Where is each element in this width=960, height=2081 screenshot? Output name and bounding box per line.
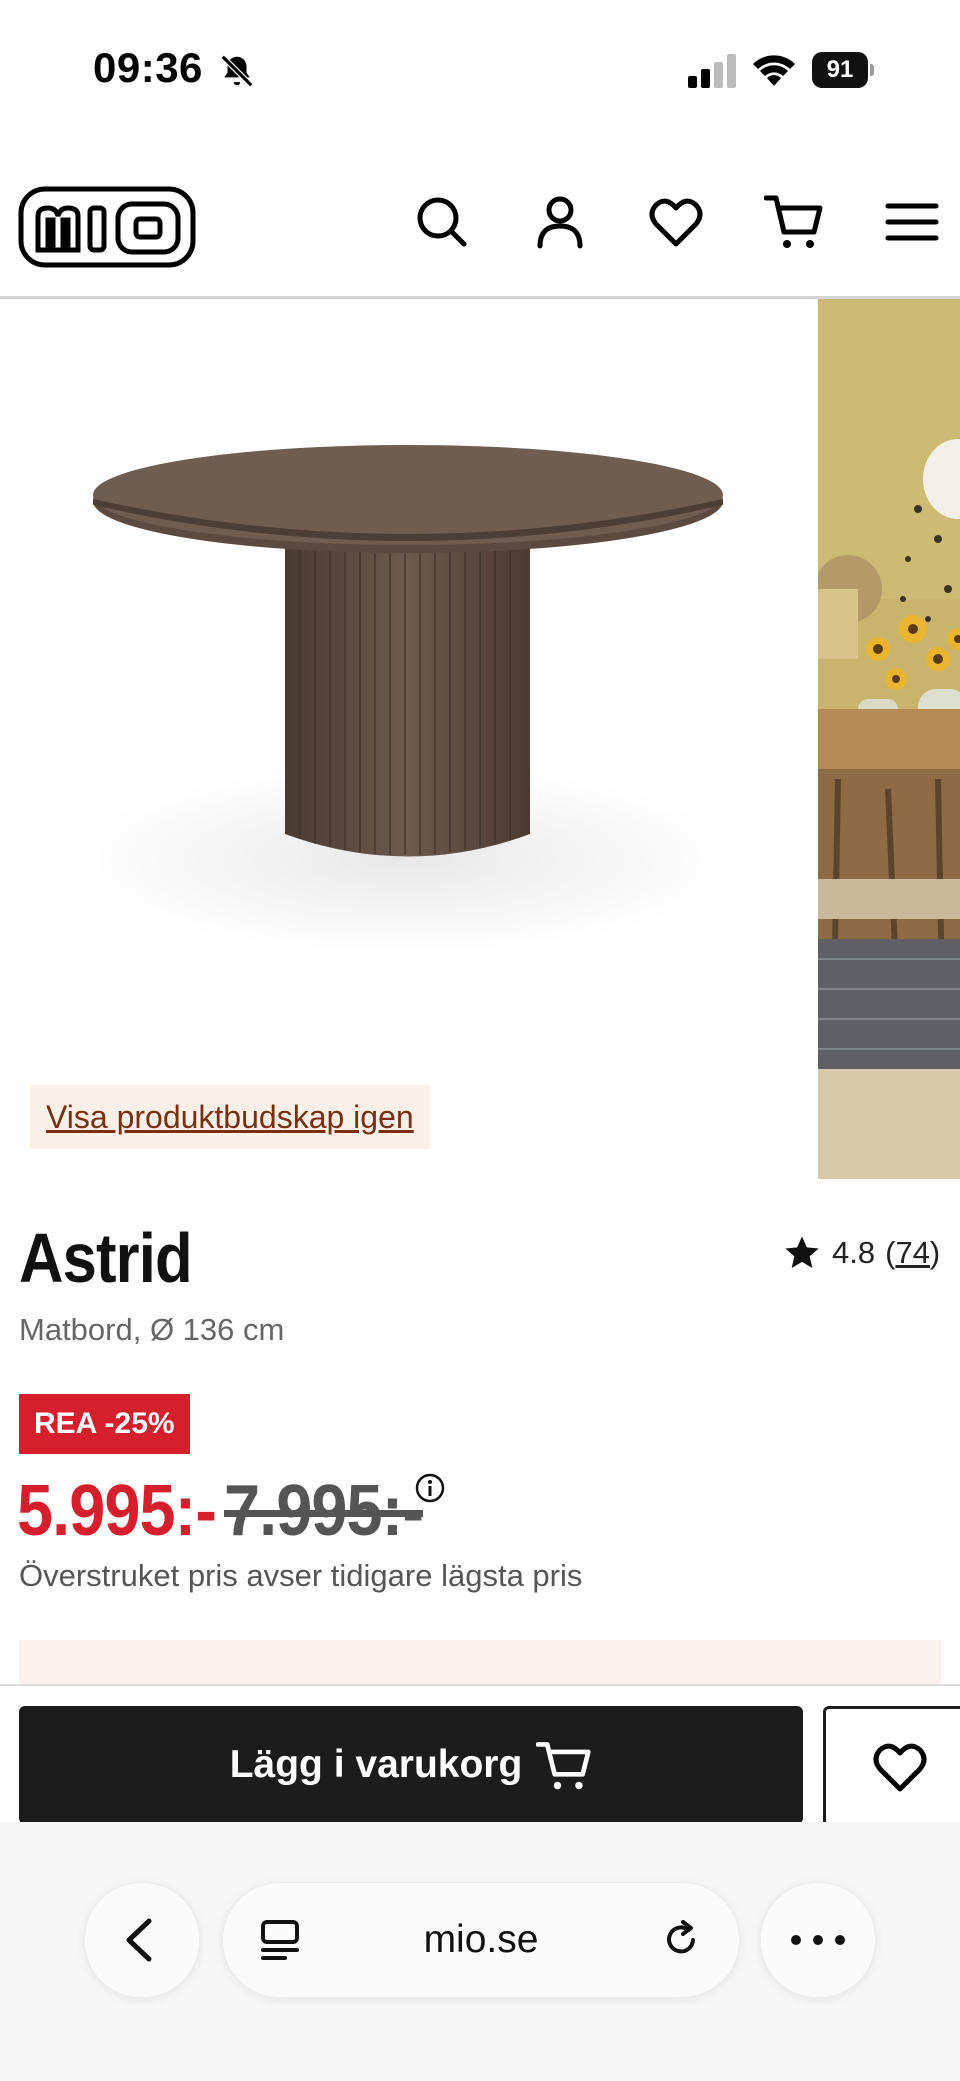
status-time: 09:36 (93, 44, 203, 91)
account-icon[interactable] (530, 192, 590, 252)
battery-indicator: 91 (812, 52, 876, 88)
mio-logo[interactable] (18, 186, 196, 268)
product-gallery[interactable]: Visa produktbudskap igen (0, 299, 960, 1179)
page-menu-icon[interactable] (259, 1918, 303, 1962)
lifestyle-photo (818, 299, 960, 1179)
price-note: Överstruket pris avser tidigare lägsta p… (19, 1558, 583, 1593)
menu-icon[interactable] (882, 192, 942, 252)
sale-badge: REA -25% (19, 1394, 190, 1454)
cart-icon[interactable] (764, 192, 824, 252)
product-subtitle: Matbord, Ø 136 cm (19, 1312, 285, 1347)
cart-icon (536, 1742, 591, 1790)
heart-icon[interactable] (646, 192, 706, 252)
current-price: 5.995:- (17, 1471, 217, 1551)
site-header (0, 150, 960, 299)
browser-more-button[interactable] (760, 1882, 876, 1998)
product-message-link[interactable]: Visa produktbudskap igen (30, 1085, 430, 1149)
heart-icon (873, 1743, 927, 1792)
add-to-cart-label: Lägg i varukorg (229, 1743, 523, 1786)
chevron-left-icon (126, 1918, 152, 1962)
product-rating[interactable]: 4.8 (74) (782, 1228, 940, 1278)
reload-icon[interactable] (659, 1918, 703, 1962)
cell-signal-icon (688, 54, 736, 88)
product-image-main[interactable]: Visa produktbudskap igen (0, 299, 818, 1179)
old-price: 7.995:- (224, 1471, 424, 1551)
add-to-wishlist-button[interactable] (823, 1706, 960, 1828)
wifi-icon (753, 55, 795, 86)
status-bar: 09:36 91 (0, 0, 960, 140)
star-icon (785, 1236, 819, 1268)
rating-value: 4.8 (832, 1235, 876, 1270)
browser-address-bar[interactable]: mio.se (222, 1882, 740, 1998)
promo-banner-partial (19, 1640, 941, 1684)
browser-back-button[interactable] (84, 1882, 200, 1998)
product-image-lifestyle[interactable] (818, 299, 960, 1179)
review-count[interactable]: (74) (885, 1235, 940, 1271)
search-icon[interactable] (412, 192, 472, 252)
add-to-cart-button[interactable]: Lägg i varukorg (19, 1706, 803, 1824)
mute-bell-icon (220, 54, 254, 88)
round-table-image (75, 445, 735, 954)
sticky-action-bar: Lägg i varukorg (0, 1684, 960, 1828)
browser-url: mio.se (423, 1918, 539, 1961)
more-icon (791, 1935, 845, 1945)
info-icon[interactable] (414, 1472, 446, 1504)
browser-toolbar: mio.se (0, 1822, 960, 2081)
battery-level: 91 (812, 52, 868, 88)
product-title: Astrid (19, 1219, 193, 1297)
